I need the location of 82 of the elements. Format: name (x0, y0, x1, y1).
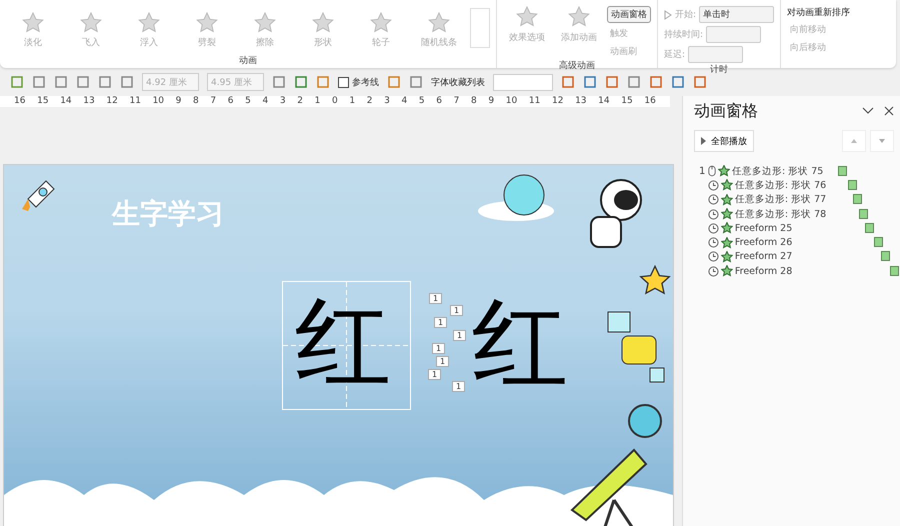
star-icon (720, 265, 733, 278)
duration-field[interactable] (706, 26, 762, 43)
font-favorites-dropdown[interactable] (493, 74, 553, 90)
star-icon (22, 12, 44, 34)
clock-icon (708, 251, 719, 262)
animation-item[interactable]: 任意多边形: 形状 76 (699, 178, 900, 193)
group-label: 动画 (238, 54, 258, 68)
timeline-bar (838, 166, 847, 176)
reorder-title: 对动画重新排序 (787, 6, 850, 19)
timeline-bar (890, 266, 900, 276)
star-icon (370, 12, 392, 34)
star-icon (720, 179, 733, 192)
animation-tag[interactable]: 1 (453, 330, 466, 341)
star-icon (720, 194, 733, 206)
clock-icon (708, 237, 719, 248)
star-icon (568, 6, 590, 28)
animation-pane-button[interactable]: 动画窗格 (607, 6, 651, 23)
clock-icon (708, 180, 719, 191)
delay-label: 延迟: (664, 48, 686, 61)
star-icon (138, 12, 160, 34)
animation-item[interactable]: Freeform 28 (699, 264, 900, 278)
star-drawing (638, 265, 672, 297)
chevron-down-icon[interactable] (862, 106, 874, 116)
clock-icon (708, 266, 719, 277)
mouse-icon (708, 165, 716, 178)
down-arrow-icon (879, 139, 885, 143)
move-down-button[interactable] (870, 130, 894, 152)
character: 红 (472, 295, 568, 391)
clock-icon (708, 194, 719, 206)
clock-icon (708, 208, 719, 220)
play-all-button[interactable]: 全部播放 (694, 130, 754, 152)
close-icon[interactable] (884, 106, 894, 116)
duration-label: 持续时间: (664, 28, 704, 41)
start-dropdown[interactable]: 单击时 (699, 6, 774, 23)
up-arrow-icon (851, 139, 857, 143)
timeline-bar (848, 180, 857, 190)
start-label: 开始: (675, 9, 696, 21)
move-up-button[interactable] (842, 130, 866, 152)
play-icon (701, 137, 706, 145)
animation-tag[interactable]: 1 (450, 305, 464, 316)
timeline-bar (865, 222, 874, 233)
character: 红 (295, 294, 391, 390)
ruler: 16 15 14 13 12 11 10 9 8 7 6 5 4 3 2 1 0 1 2 3 4 5 6 7 8 9 10 11 12 13 14 15 16 (0, 96, 670, 107)
timeline-bar (858, 208, 868, 219)
animation-item[interactable]: Freeform 26 (699, 235, 900, 250)
star-icon (254, 12, 276, 34)
star-icon (196, 12, 218, 34)
group-label: 计时 (709, 64, 730, 76)
animation-tag[interactable]: 1 (434, 317, 448, 328)
guides-label: 参考线 (352, 76, 379, 88)
star-icon (718, 165, 730, 178)
animation-item[interactable]: Freeform 27 (699, 250, 900, 264)
play-icon (664, 10, 672, 20)
star-icon (312, 12, 334, 34)
animation-item[interactable]: 任意多边形: 形状 78 (699, 206, 900, 222)
animation-item[interactable]: Freeform 25 (699, 221, 900, 236)
group-label: 高级动画 (558, 60, 596, 72)
star-icon (720, 236, 733, 249)
animation-tag[interactable]: 1 (436, 356, 450, 367)
timeline-bar (852, 194, 862, 204)
timeline-bar (874, 237, 883, 248)
animation-item[interactable]: 1 任意多边形: 形状 75 (699, 164, 900, 178)
timeline-bar (881, 251, 890, 262)
animation-tag[interactable]: 1 (429, 293, 442, 304)
planet-drawing (626, 402, 664, 440)
animation-tag[interactable]: 1 (428, 369, 442, 380)
star-icon (428, 12, 450, 34)
star-icon (720, 222, 733, 234)
clock-icon (708, 222, 719, 234)
slide-title: 生字学习 (112, 196, 224, 232)
animation-tag[interactable]: 1 (432, 343, 446, 354)
animation-tag[interactable]: 1 (452, 381, 466, 392)
delay-field[interactable] (688, 46, 744, 63)
star-icon (720, 208, 733, 220)
star-icon (516, 6, 538, 28)
animation-item[interactable]: 任意多边形: 形状 77 (699, 192, 900, 207)
star-icon (80, 12, 102, 34)
star-icon (720, 250, 733, 263)
font-favorites-label: 字体收藏列表 (431, 76, 485, 88)
order-number: 1 (699, 166, 706, 177)
pane-title: 动画窗格 (694, 100, 759, 122)
guides-checkbox[interactable] (338, 76, 349, 88)
